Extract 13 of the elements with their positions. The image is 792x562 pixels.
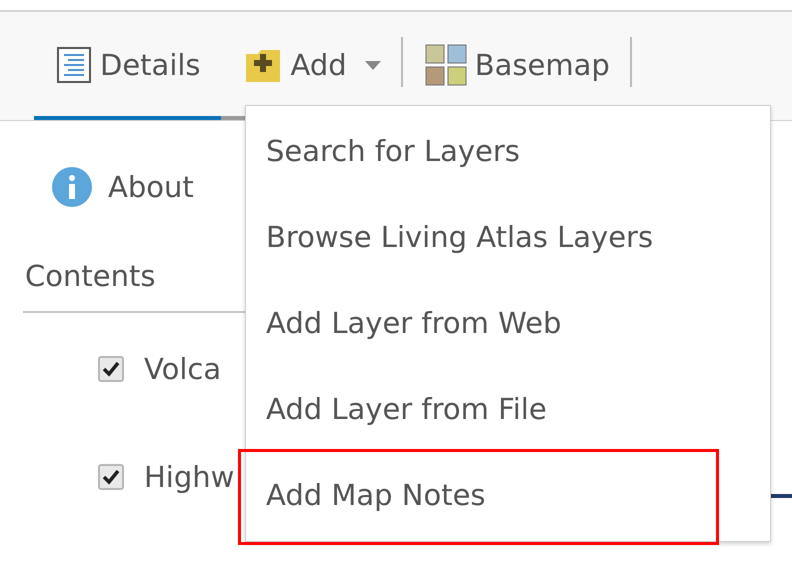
basemap-grid-icon: [424, 44, 467, 86]
layer-name: Highw: [144, 460, 234, 494]
toolbar-tab[interactable]: Details: [34, 12, 221, 120]
menu-item[interactable]: Add Layer from File: [246, 366, 770, 452]
layer-checkbox[interactable]: [98, 356, 124, 382]
menu-item[interactable]: Add Map Notes: [246, 452, 770, 538]
layer-checkbox[interactable]: [98, 464, 124, 490]
layer-name: Volca: [144, 352, 222, 386]
menu-item[interactable]: Add Layer from Web: [246, 280, 770, 366]
about-link[interactable]: About: [108, 170, 194, 204]
menu-item[interactable]: Browse Living Atlas Layers: [246, 194, 770, 280]
info-icon: [52, 167, 92, 207]
document-list-icon: [56, 46, 92, 84]
